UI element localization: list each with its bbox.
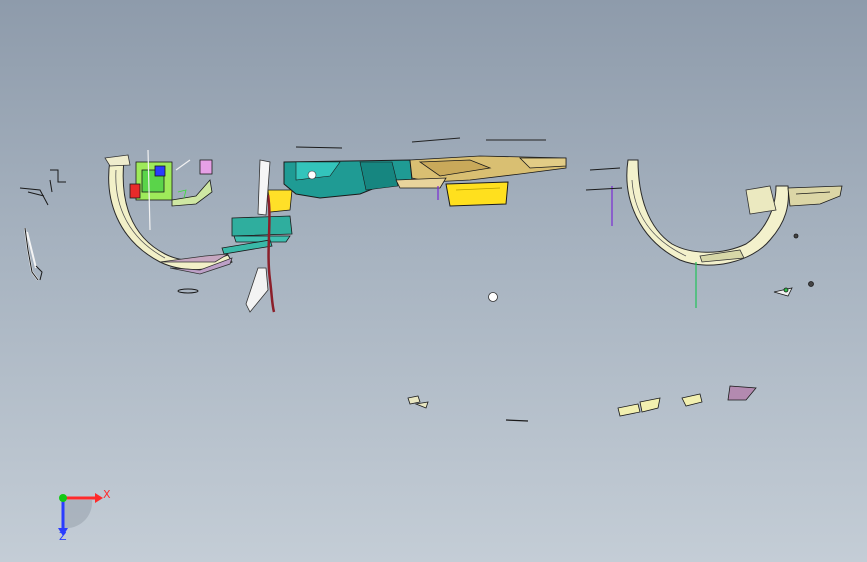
center-beam[interactable] [283,146,413,199]
z-axis-label: Z [59,530,67,543]
center-marker[interactable] [488,292,498,302]
upper-reinforcement[interactable] [395,137,567,189]
left-bracket-cluster[interactable] [129,149,213,231]
coordinate-triad-icon: X Z [40,478,120,548]
lower-clips[interactable] [407,385,757,422]
x-axis-label: X [103,488,111,501]
right-wheel-arch[interactable] [585,159,789,308]
center-lower-bracket[interactable] [221,189,293,255]
graphics-viewport[interactable]: X Z [0,0,867,562]
energy-absorber[interactable] [437,181,509,207]
bumper-assembly-model[interactable] [0,0,867,562]
